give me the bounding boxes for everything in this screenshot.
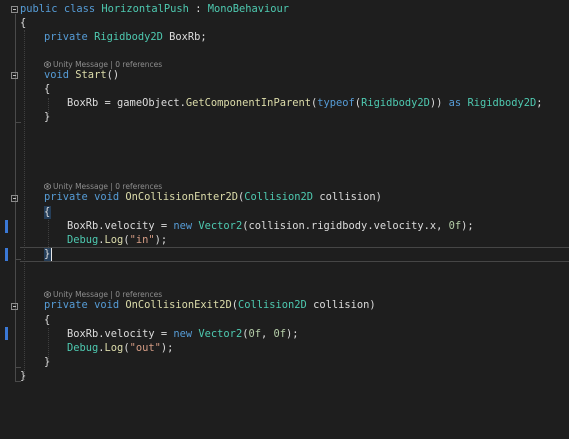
token-keyword: private	[44, 299, 88, 311]
token-parameter: collision)	[306, 299, 376, 311]
token-identifier: BoxRb.velocity =	[67, 220, 174, 232]
token-class-name: HorizontalPush	[101, 3, 189, 15]
token-brace: {	[44, 314, 51, 326]
token-brace: {	[44, 83, 51, 95]
token-number: 0f	[248, 328, 261, 340]
token-type: Debug	[67, 342, 99, 354]
token-punct: );	[160, 342, 174, 354]
code-line-16: Debug.Log("out");	[0, 341, 569, 356]
code-line-12: }	[0, 247, 569, 262]
code-line-10: BoxRb.velocity = new Vector2(collision.r…	[0, 219, 569, 234]
token-keyword: private	[44, 191, 88, 203]
token-punct: ))	[429, 97, 449, 109]
token-brace: }	[44, 356, 51, 368]
unity-icon	[44, 291, 51, 298]
code-line-3: private Rigidbody2D BoxRb;	[0, 30, 569, 45]
token-brace: {	[44, 206, 51, 218]
code-line-14: {	[0, 313, 569, 328]
code-editor[interactable]: public class HorizontalPush : MonoBehavi…	[0, 0, 569, 439]
token-string: "in"	[129, 234, 155, 246]
token-brace: }	[44, 111, 51, 123]
token-method: Log	[104, 342, 124, 354]
token-punct: :	[188, 3, 208, 15]
token-punct: ,	[260, 328, 274, 340]
token-type: Rigidbody2D	[467, 97, 537, 109]
token-method: GetComponentInParent	[185, 97, 311, 109]
token-keyword: void	[94, 191, 120, 203]
code-line-6: BoxRb = gameObject.GetComponentInParent(…	[0, 96, 569, 111]
code-line-9: {	[0, 205, 569, 220]
token-method: OnCollisionEnter2D	[125, 191, 238, 203]
code-line-5: {	[0, 82, 569, 97]
token-keyword: void	[44, 69, 70, 81]
token-parameter: collision)	[313, 191, 382, 203]
code-line-13: private void OnCollisionExit2D(Collision…	[0, 298, 569, 313]
token-punct: ()	[106, 69, 120, 81]
code-line-17: }	[0, 355, 569, 370]
token-type: Rigidbody2D	[361, 97, 430, 109]
token-keyword: class	[63, 3, 96, 15]
token-string: "out"	[129, 342, 161, 354]
code-line-1: public class HorizontalPush : MonoBehavi…	[0, 2, 569, 17]
code-line-18: }	[0, 369, 569, 384]
token-type: Vector2	[198, 220, 243, 232]
token-keyword: as	[448, 97, 462, 109]
code-line-11: Debug.Log("in");	[0, 233, 569, 248]
token-identifier: BoxRb = gameObject.	[67, 97, 186, 109]
token-type: Collision2D	[237, 299, 307, 311]
token-method: OnCollisionExit2D	[125, 299, 232, 311]
token-keyword: public	[20, 3, 58, 15]
token-base-class: MonoBehaviour	[207, 3, 290, 15]
token-brace: }	[44, 248, 51, 260]
token-keyword: new	[173, 220, 193, 232]
token-keyword: new	[173, 328, 193, 340]
token-number: 0f	[448, 220, 462, 232]
token-keyword: void	[94, 299, 120, 311]
code-line-8: private void OnCollisionEnter2D(Collisio…	[0, 190, 569, 205]
token-identifier: BoxRb.velocity =	[67, 328, 174, 340]
token-keyword: private	[44, 31, 88, 43]
token-identifier: (collision.rigidbody.velocity.x,	[242, 220, 449, 232]
unity-icon	[44, 183, 51, 190]
token-type: Vector2	[198, 328, 243, 340]
token-brace: }	[20, 370, 27, 382]
token-number: 0f	[273, 328, 287, 340]
token-type: Debug	[67, 234, 99, 246]
token-punct: ;	[536, 97, 543, 109]
token-method: Log	[104, 234, 124, 246]
token-type: Rigidbody2D	[94, 31, 163, 43]
token-identifier: BoxRb;	[162, 31, 207, 43]
token-brace: {	[20, 17, 27, 29]
token-keyword: typeof	[317, 97, 355, 109]
code-line-2: {	[0, 16, 569, 31]
token-method: Start	[75, 69, 107, 81]
token-punct: );	[154, 234, 168, 246]
unity-icon	[44, 61, 51, 68]
code-line-15: BoxRb.velocity = new Vector2(0f, 0f);	[0, 327, 569, 342]
code-line-4: void Start()	[0, 68, 569, 83]
token-type: Collision2D	[244, 191, 314, 203]
token-punct: );	[286, 328, 299, 340]
code-line-7: }	[0, 110, 569, 125]
token-punct: );	[461, 220, 474, 232]
